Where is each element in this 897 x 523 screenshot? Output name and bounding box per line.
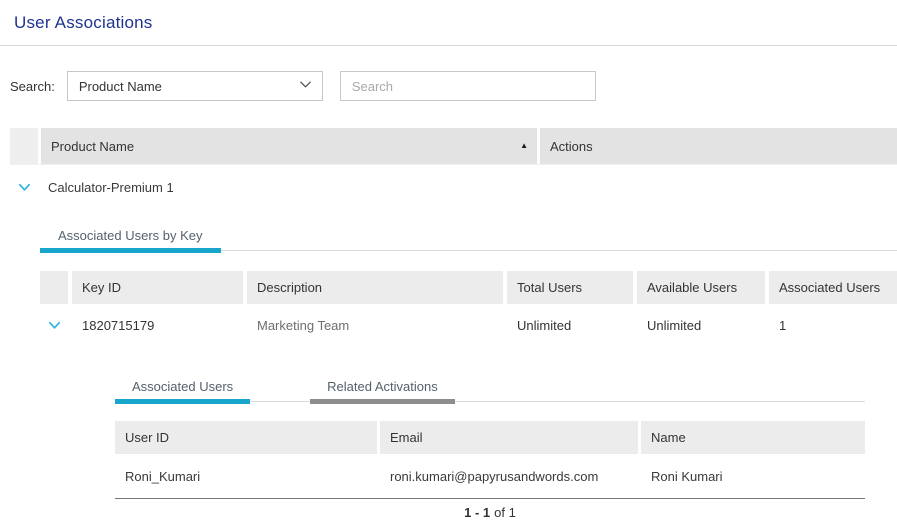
available-users-value: Unlimited	[647, 318, 702, 333]
name-column-header: Name	[641, 421, 865, 454]
user-id-value: Roni_Kumari	[125, 469, 201, 484]
table-row: 1820715179 Marketing Team Unlimited Unli…	[40, 304, 897, 345]
pagination: 1 - 1 of 1	[115, 499, 865, 523]
description-column-header: Description	[247, 271, 503, 304]
users-section: Associated Users Related Activations Use…	[115, 371, 865, 523]
description-value: Marketing Team	[257, 318, 350, 333]
expand-column-header	[40, 271, 68, 304]
keys-table-header: Key ID Description Total Users Available…	[40, 271, 897, 304]
product-name-value: Calculator-Premium 1	[48, 180, 174, 195]
tab-associated-users-by-key[interactable]: Associated Users by Key	[40, 220, 221, 253]
actions-column-label: Actions	[550, 138, 593, 154]
name-value: Roni Kumari	[651, 469, 723, 484]
keys-section: Associated Users by Key Key ID Descripti…	[40, 220, 897, 523]
key-id-column-header: Key ID	[72, 271, 243, 304]
users-tab-bar: Associated Users Related Activations	[115, 371, 865, 404]
actions-column-header: Actions	[540, 128, 897, 164]
total-users-column-header: Total Users	[507, 271, 633, 304]
tab-related-activations[interactable]: Related Activations	[310, 371, 455, 404]
sort-ascending-icon[interactable]: ▲	[520, 142, 528, 150]
search-bar: Search: Product Name	[10, 71, 897, 101]
product-name-column-label: Product Name	[51, 138, 135, 154]
search-label: Search:	[10, 78, 55, 94]
table-row: Calculator-Premium 1	[10, 164, 897, 208]
collapse-key-row-chevron-icon[interactable]	[40, 318, 68, 333]
product-name-column-header[interactable]: Product Name ▲	[41, 128, 537, 164]
expand-column-header	[10, 128, 38, 164]
associated-users-column-header: Associated Users	[769, 271, 897, 304]
table-row: Roni_Kumari roni.kumari@papyrusandwords.…	[115, 454, 865, 499]
tab-associated-users[interactable]: Associated Users	[115, 371, 251, 404]
users-table-header: User ID Email Name	[115, 421, 865, 454]
pagination-total: of 1	[494, 505, 516, 520]
products-table-header: Product Name ▲ Actions	[10, 128, 897, 164]
total-users-value: Unlimited	[517, 318, 572, 333]
search-category-select[interactable]: Product Name	[66, 71, 323, 101]
key-id-value: 1820715179	[82, 318, 155, 333]
associated-users-value: 1	[779, 318, 787, 333]
search-category-value: Product Name	[78, 78, 162, 94]
search-input[interactable]	[339, 71, 596, 101]
keys-tab-bar: Associated Users by Key	[40, 220, 897, 253]
user-id-column-header: User ID	[115, 421, 377, 454]
available-users-column-header: Available Users	[637, 271, 765, 304]
chevron-down-icon	[298, 77, 313, 95]
collapse-row-chevron-icon[interactable]	[10, 180, 38, 195]
pagination-range: 1 - 1	[464, 505, 491, 520]
page-header: User Associations	[0, 0, 897, 46]
email-column-header: Email	[380, 421, 638, 454]
page-title: User Associations	[14, 13, 153, 32]
email-value: roni.kumari@papyrusandwords.com	[390, 469, 599, 484]
